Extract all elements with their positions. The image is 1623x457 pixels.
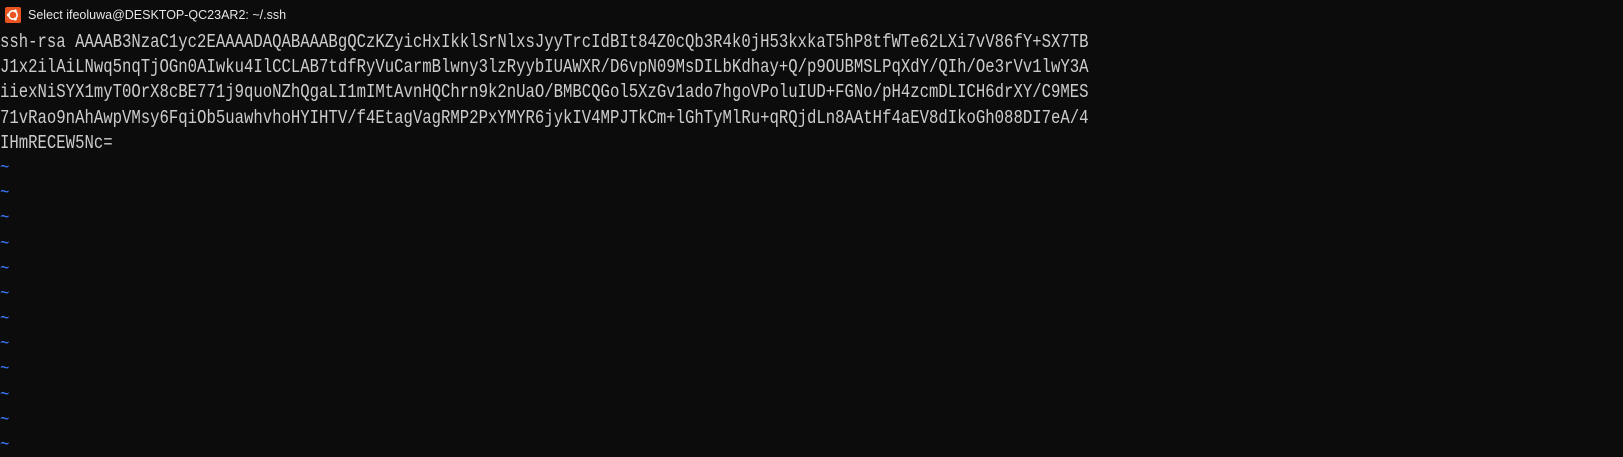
empty-line-marker: ~: [0, 182, 10, 205]
empty-line-marker: ~: [0, 282, 10, 305]
empty-line-marker: ~: [0, 207, 10, 230]
empty-line-marker: ~: [0, 232, 10, 255]
file-line: J1x2ilAiLNwq5nqTjOGn0AIwku4IlCCLAB7tdfRy…: [0, 56, 1089, 79]
file-line: 71vRao9nAhAwpVMsy6FqiOb5uawhvhoHYIHTV/f4…: [0, 106, 1089, 129]
empty-line-marker: ~: [0, 358, 10, 381]
title-bar[interactable]: Select ifeoluwa@DESKTOP-QC23AR2: ~/.ssh: [0, 0, 1623, 30]
file-line: iiexNiSYX1myT0OrX8cBE771j9quoNZhQgaLI1mI…: [0, 81, 1089, 104]
file-line: ssh-rsa AAAAB3NzaC1yc2EAAAADAQABAAABgQCz…: [0, 31, 1089, 53]
empty-line-marker: ~: [0, 308, 10, 331]
terminal-window: Select ifeoluwa@DESKTOP-QC23AR2: ~/.ssh …: [0, 0, 1623, 457]
window-title: Select ifeoluwa@DESKTOP-QC23AR2: ~/.ssh: [28, 8, 287, 22]
terminal-content[interactable]: ssh-rsa AAAAB3NzaC1yc2EAAAADAQABAAABgQCz…: [0, 30, 1623, 457]
file-line: IHmRECEW5Nc=: [0, 131, 113, 154]
empty-line-marker: ~: [0, 408, 10, 431]
empty-line-marker: ~: [0, 257, 10, 280]
empty-line-marker: ~: [0, 333, 10, 356]
empty-line-marker: ~: [0, 156, 10, 179]
ubuntu-icon: [5, 7, 21, 23]
empty-line-marker: ~: [0, 383, 10, 406]
empty-line-marker: ~: [0, 434, 10, 456]
